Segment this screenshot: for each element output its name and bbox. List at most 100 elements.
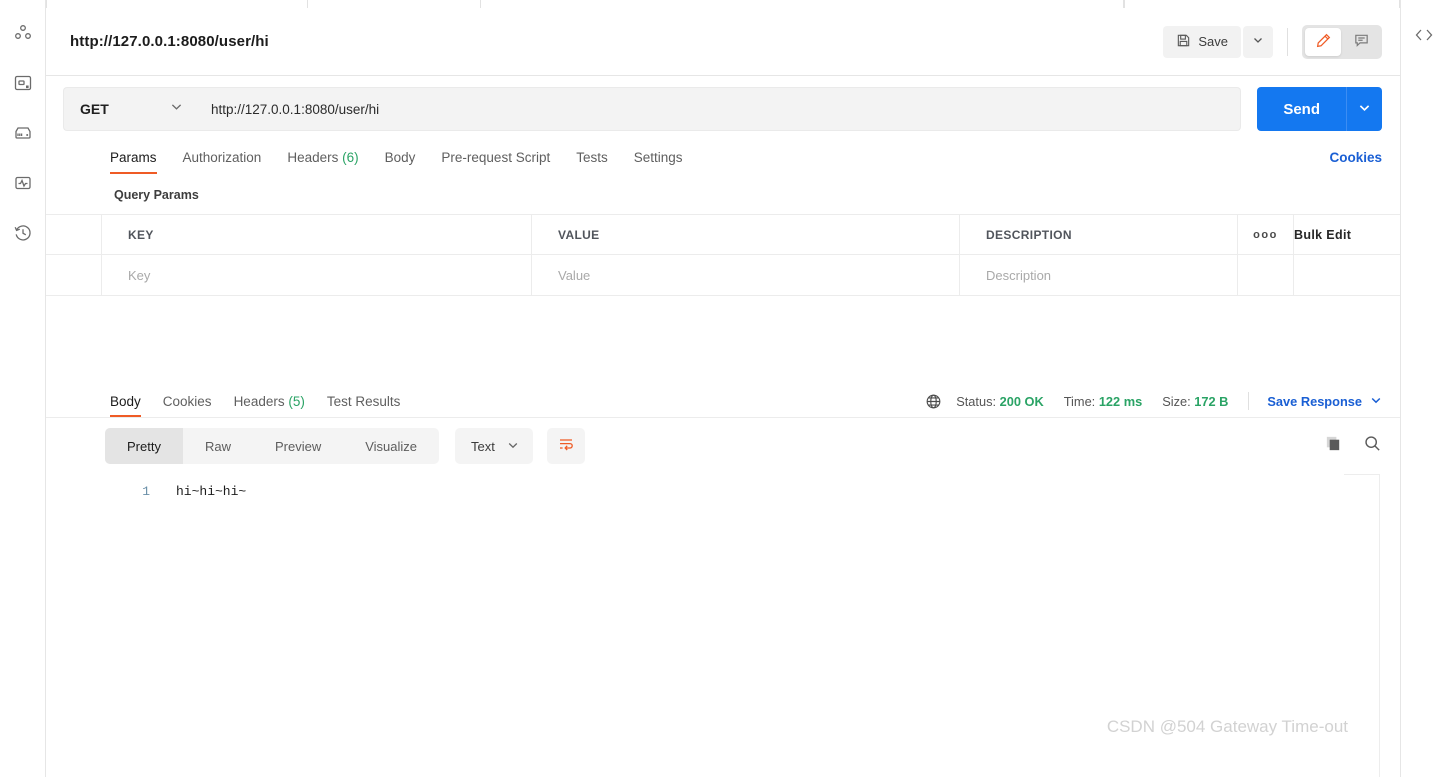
description-input[interactable]: Description xyxy=(960,255,1238,295)
tab-body-label: Body xyxy=(384,150,416,165)
response-tab-test-results[interactable]: Test Results xyxy=(316,394,412,417)
tab-tests[interactable]: Tests xyxy=(563,150,621,174)
row-spacer-2 xyxy=(1294,255,1400,295)
comment-icon xyxy=(1353,32,1370,52)
request-tab-strip xyxy=(46,0,1400,8)
meta-divider xyxy=(1248,392,1250,410)
query-params-table: KEY VALUE DESCRIPTION ooo Bulk Edit Key … xyxy=(46,214,1400,296)
sidebar-item-environments[interactable] xyxy=(8,118,38,148)
response-tab-cookies[interactable]: Cookies xyxy=(152,394,223,417)
code-icon xyxy=(1413,24,1435,51)
size-value: 172 B xyxy=(1194,393,1229,409)
tab-settings[interactable]: Settings xyxy=(621,150,696,174)
status-badge: Status: 200 OK xyxy=(956,394,1044,409)
tab-body[interactable]: Body xyxy=(372,150,429,174)
response-format-label: Text xyxy=(471,438,495,454)
header-checkbox-cell xyxy=(46,215,102,254)
table-options-button[interactable]: ooo xyxy=(1238,215,1294,254)
code-snippet-button[interactable] xyxy=(1413,24,1435,51)
sidebar-item-history[interactable] xyxy=(8,218,38,248)
globe-icon xyxy=(925,393,942,410)
tab-params[interactable]: Params xyxy=(110,150,170,174)
response-tab-headers[interactable]: Headers (5) xyxy=(223,394,316,417)
key-input[interactable]: Key xyxy=(102,255,532,295)
chevron-down-icon xyxy=(1370,394,1382,409)
title-actions: Save xyxy=(1163,24,1382,59)
cookies-link[interactable]: Cookies xyxy=(1329,150,1382,174)
response-tab-test-results-label: Test Results xyxy=(326,394,401,409)
time-badge: Time: 122 ms xyxy=(1064,394,1143,409)
chevron-down-icon xyxy=(507,439,519,454)
send-button-group: Send xyxy=(1257,87,1382,131)
http-method-select[interactable]: GET xyxy=(63,87,197,131)
tab-params-label: Params xyxy=(110,150,157,165)
search-button[interactable] xyxy=(1363,434,1382,458)
status-label: Status: xyxy=(956,393,997,409)
copy-button[interactable] xyxy=(1324,434,1343,458)
tab-tests-label: Tests xyxy=(576,150,608,165)
header-key: KEY xyxy=(102,215,532,254)
response-tab-headers-label: Headers xyxy=(233,394,285,409)
view-toggle-group xyxy=(1302,24,1382,59)
tab-headers[interactable]: Headers (6) xyxy=(274,150,371,174)
value-input[interactable]: Value xyxy=(532,255,960,295)
size-label: Size: xyxy=(1162,393,1191,409)
save-button-label: Save xyxy=(1198,34,1228,49)
header-description: DESCRIPTION xyxy=(960,215,1238,254)
request-tabs: Params Authorization Headers (6) Body Pr… xyxy=(46,136,1400,174)
save-options-button[interactable] xyxy=(1243,25,1273,58)
floppy-disk-icon xyxy=(1176,33,1191,51)
tab-headers-label: Headers xyxy=(287,150,339,165)
line-number: 1 xyxy=(142,484,150,499)
background-tab-1[interactable] xyxy=(46,0,308,8)
monitors-icon xyxy=(13,173,33,193)
url-input[interactable]: http://127.0.0.1:8080/user/hi xyxy=(197,87,1242,131)
bulk-edit-label: Bulk Edit xyxy=(1294,227,1352,242)
chevron-down-icon xyxy=(1252,34,1264,49)
header-value: VALUE xyxy=(532,215,960,254)
tab-pre-request-script-label: Pre-request Script xyxy=(441,150,551,165)
tab-authorization[interactable]: Authorization xyxy=(170,150,275,174)
time-value: 122 ms xyxy=(1098,393,1143,409)
response-tab-body[interactable]: Body xyxy=(110,394,152,417)
view-mode-pretty[interactable]: Pretty xyxy=(105,428,183,464)
line-content[interactable]: hi~hi~hi~ xyxy=(150,482,246,502)
tab-pre-request-script[interactable]: Pre-request Script xyxy=(428,150,563,174)
history-icon xyxy=(13,223,33,243)
send-button[interactable]: Send xyxy=(1257,87,1346,131)
response-tab-cookies-label: Cookies xyxy=(162,394,212,409)
background-tab-3[interactable] xyxy=(1124,0,1400,8)
row-checkbox[interactable] xyxy=(46,255,102,295)
page-title: http://127.0.0.1:8080/user/hi xyxy=(70,33,269,50)
edit-mode-button[interactable] xyxy=(1305,27,1341,56)
response-toolbar: Pretty Raw Preview Visualize Text xyxy=(46,418,1400,474)
sidebar-item-collections[interactable] xyxy=(8,18,38,48)
chevron-down-icon xyxy=(1358,101,1371,117)
response-tools-right xyxy=(1324,434,1382,458)
response-format-select[interactable]: Text xyxy=(455,428,533,464)
apis-icon xyxy=(13,73,33,93)
sidebar-item-apis[interactable] xyxy=(8,68,38,98)
value-placeholder: Value xyxy=(558,267,591,283)
bulk-edit-button[interactable]: Bulk Edit xyxy=(1294,215,1400,254)
table-header-row: KEY VALUE DESCRIPTION ooo Bulk Edit xyxy=(46,215,1400,255)
background-tab-2[interactable] xyxy=(480,0,1124,8)
view-mode-raw[interactable]: Raw xyxy=(183,428,253,464)
environments-icon xyxy=(13,123,33,143)
word-wrap-button[interactable] xyxy=(546,428,585,464)
response-scrollbar[interactable] xyxy=(1379,474,1380,777)
main-panel: http://127.0.0.1:8080/user/hi Save GET h… xyxy=(46,0,1401,777)
sidebar-item-monitors[interactable] xyxy=(8,168,38,198)
view-mode-preview[interactable]: Preview xyxy=(253,428,343,464)
save-button[interactable]: Save xyxy=(1163,25,1241,58)
view-mode-visualize[interactable]: Visualize xyxy=(343,428,439,464)
word-wrap-icon xyxy=(557,435,575,458)
response-tab-body-label: Body xyxy=(110,394,141,409)
right-sidebar-rail xyxy=(1401,0,1447,777)
copy-icon xyxy=(1324,436,1343,457)
pencil-icon xyxy=(1315,32,1332,52)
save-response-button[interactable]: Save Response xyxy=(1267,394,1382,409)
send-options-button[interactable] xyxy=(1346,87,1382,131)
comment-button[interactable] xyxy=(1343,28,1379,56)
save-button-group: Save xyxy=(1163,25,1273,58)
